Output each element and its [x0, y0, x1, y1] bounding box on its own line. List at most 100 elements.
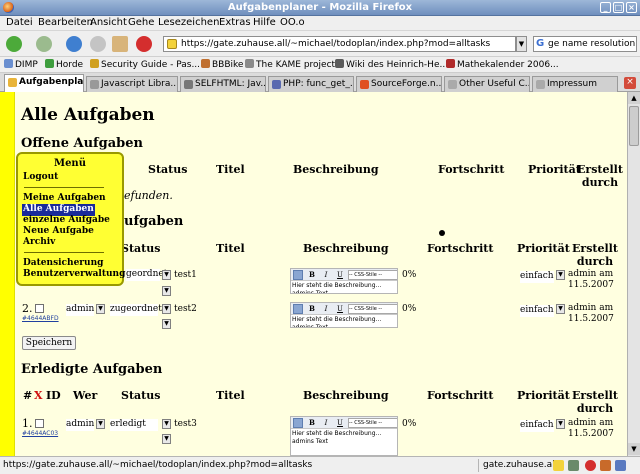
title-dropdown-icon[interactable]: ▼	[162, 434, 171, 444]
who-dropdown-icon[interactable]: ▼	[96, 419, 105, 429]
bookmark-security[interactable]: Security Guide - Pas...	[90, 59, 200, 70]
editor-text: Hier steht die Beschreibung...	[292, 282, 382, 289]
menu-oo[interactable]: OO.o	[280, 17, 305, 28]
save-button[interactable]: Speichern	[22, 336, 76, 350]
editor-bold-icon[interactable]: B	[307, 270, 317, 280]
bookmark-horde[interactable]: Horde	[45, 59, 83, 70]
editor-style-select[interactable]: -- CSS-Stile --	[348, 270, 397, 280]
delete-checkbox[interactable]	[35, 419, 44, 428]
editor-bold-icon[interactable]: B	[307, 304, 317, 314]
tab-selfhtml[interactable]: SELFHTML: Jav...	[180, 76, 266, 92]
priority-select[interactable]: einfach	[520, 271, 554, 283]
menu-datensicherung[interactable]: Datensicherung	[23, 258, 103, 268]
status-addon-icon[interactable]	[568, 460, 579, 471]
status-addon-icon[interactable]	[615, 460, 626, 471]
lock-icon[interactable]	[553, 460, 564, 471]
menu-meine-aufgaben[interactable]: Meine Aufgaben	[23, 193, 106, 203]
menu-benutzerverwaltung[interactable]: Benutzerverwaltung	[23, 269, 125, 279]
menu-bearbeiten[interactable]: Bearbeiten	[38, 17, 93, 28]
browser-window: Aufgabenplaner - Mozilla Firefox _ □ × D…	[0, 0, 640, 474]
url-dropdown-icon[interactable]: ▼	[516, 36, 527, 52]
who-select[interactable]: admin	[66, 304, 94, 316]
status-select[interactable]: zugeordnet	[110, 304, 162, 316]
tab-aufgabenplaner[interactable]: Aufgabenpla...	[4, 74, 84, 92]
status-addon-icon[interactable]	[600, 460, 611, 471]
description-editor[interactable]: B I U -- CSS-Stile -- Hier steht die Bes…	[290, 268, 398, 294]
priority-select[interactable]: einfach	[520, 305, 554, 317]
adblock-status-icon[interactable]	[585, 460, 596, 471]
editor-source-icon[interactable]	[293, 270, 303, 280]
scroll-down-icon[interactable]: ▼	[628, 443, 640, 455]
editor-italic-icon[interactable]: I	[321, 304, 331, 314]
editor-bold-icon[interactable]: B	[307, 418, 317, 428]
editor-style-select[interactable]: -- CSS-Stile --	[348, 304, 397, 314]
minimize-icon[interactable]: _	[600, 2, 611, 13]
bookmark-dimp[interactable]: DIMP	[4, 59, 38, 70]
home-icon[interactable]	[112, 36, 128, 52]
tab-php[interactable]: PHP: func_get_...	[268, 76, 354, 92]
editor-underline-icon[interactable]: U	[335, 418, 345, 428]
editor-style-select[interactable]: -- CSS-Stile --	[348, 418, 397, 428]
editor-italic-icon[interactable]: I	[321, 418, 331, 428]
close-icon[interactable]: ×	[626, 2, 637, 13]
close-tab-icon[interactable]: ×	[624, 77, 636, 89]
vertical-scrollbar[interactable]: ▲ ▼	[627, 92, 640, 456]
maximize-icon[interactable]: □	[613, 2, 624, 13]
priority-dropdown-icon[interactable]: ▼	[556, 419, 565, 429]
reload-icon[interactable]	[66, 36, 82, 52]
bookmark-mathekalender[interactable]: Mathekalender 2006...	[446, 59, 559, 70]
menu-gehe[interactable]: Gehe	[128, 17, 154, 28]
tab-sourceforge[interactable]: SourceForge.n...	[356, 76, 442, 92]
bookmark-icon	[335, 59, 344, 68]
navigation-menu: Menü Logout Meine Aufgaben Alle Aufgaben…	[16, 152, 125, 286]
created-date: 11.5.2007	[568, 280, 614, 290]
menu-ansicht[interactable]: Ansicht	[90, 17, 127, 28]
menu-einzelne-aufgabe[interactable]: einzelne Aufgabe	[23, 215, 110, 225]
tab-impressum[interactable]: Impressum	[532, 76, 618, 92]
task-id-link[interactable]: #4644AC03	[22, 430, 58, 437]
who-select[interactable]: admin	[66, 419, 94, 431]
stop-icon[interactable]	[90, 36, 106, 52]
task-id-link[interactable]: #4644ABFD	[22, 315, 59, 322]
editor-source-icon[interactable]	[293, 304, 303, 314]
tab-other[interactable]: Other Useful C...	[444, 76, 530, 92]
menu-datei[interactable]: Datei	[6, 17, 33, 28]
back-button-icon[interactable]	[6, 36, 22, 52]
adblock-icon[interactable]	[136, 36, 152, 52]
tab-javascript[interactable]: Javascript Libra...	[86, 76, 178, 92]
scroll-up-icon[interactable]: ▲	[628, 92, 640, 104]
status-select[interactable]: geordnet	[126, 269, 167, 281]
bookmark-bbbike[interactable]: BBBike	[201, 59, 243, 70]
status-select[interactable]: erledigt	[110, 419, 158, 431]
who-dropdown-icon[interactable]: ▼	[96, 304, 105, 314]
scroll-thumb[interactable]	[629, 106, 639, 146]
editor-underline-icon[interactable]: U	[335, 304, 345, 314]
description-editor[interactable]: B I U -- CSS-Stile -- Hier steht die Bes…	[290, 302, 398, 328]
editor-italic-icon[interactable]: I	[321, 270, 331, 280]
forward-button-icon[interactable]	[36, 36, 52, 52]
status-dropdown-icon[interactable]: ▼	[162, 270, 171, 280]
search-input[interactable]: G ge name resolution	[533, 36, 637, 52]
bookmark-wiki[interactable]: Wiki des Heinrich-He...	[335, 59, 448, 70]
menu-lesezeichen[interactable]: Lesezeichen	[158, 17, 219, 28]
bookmark-kame[interactable]: The KAME project	[245, 59, 335, 70]
menu-extras[interactable]: Extras	[219, 17, 251, 28]
menu-hilfe[interactable]: Hilfe	[253, 17, 276, 28]
menu-archiv[interactable]: Archiv	[23, 237, 55, 247]
col-titel: Titel	[216, 242, 245, 255]
url-bar[interactable]: https://gate.zuhause.all/~michael/todopl…	[163, 36, 516, 52]
menu-neue-aufgabe[interactable]: Neue Aufgabe	[23, 226, 94, 236]
priority-select[interactable]: einfach	[520, 420, 554, 432]
description-editor[interactable]: B I U -- CSS-Stile -- Hier steht die Bes…	[290, 416, 398, 456]
title-dropdown-icon[interactable]: ▼	[162, 319, 171, 329]
priority-dropdown-icon[interactable]: ▼	[556, 270, 565, 280]
status-dropdown-icon[interactable]: ▼	[162, 419, 171, 429]
priority-dropdown-icon[interactable]: ▼	[556, 304, 565, 314]
menu-logout[interactable]: Logout	[23, 172, 58, 182]
delete-checkbox[interactable]	[35, 304, 44, 313]
editor-underline-icon[interactable]: U	[335, 270, 345, 280]
status-dropdown-icon[interactable]: ▼	[162, 304, 171, 314]
title-dropdown-icon[interactable]: ▼	[162, 286, 171, 296]
menu-title: Menü	[54, 158, 86, 169]
editor-source-icon[interactable]	[293, 418, 303, 428]
